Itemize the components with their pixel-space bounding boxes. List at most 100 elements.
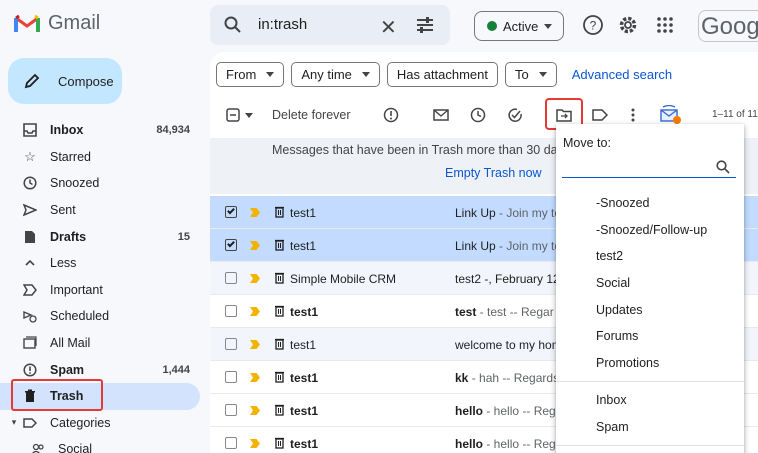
gmail-logo-text: Gmail	[48, 12, 101, 34]
trash-icon	[275, 338, 284, 350]
sidebar-item-categories[interactable]: ▾ Categories	[0, 410, 200, 437]
email-sender: test1	[290, 404, 319, 418]
move-to-option[interactable]: Promotions	[556, 350, 744, 377]
inbox-icon	[22, 122, 38, 138]
move-to-option[interactable]: Forums	[556, 323, 744, 350]
sidebar-item-label: Scheduled	[50, 309, 110, 324]
sidebar-item-label: Less	[50, 256, 77, 271]
move-to-folder-icon[interactable]	[555, 106, 573, 124]
star-icon: ☆	[24, 148, 36, 164]
delete-forever-button[interactable]: Delete forever	[272, 108, 351, 122]
move-to-option[interactable]: Social	[556, 270, 744, 297]
apps-grid-icon[interactable]	[654, 14, 676, 36]
importance-marker-icon[interactable]	[250, 373, 260, 382]
sidebar-item-label: Categories	[50, 415, 111, 430]
importance-marker-icon[interactable]	[250, 241, 260, 250]
label-as-icon[interactable]	[591, 106, 609, 124]
sidebar-item-all-mail[interactable]: All Mail	[0, 330, 200, 357]
importance-marker-icon[interactable]	[250, 208, 260, 217]
sidebar-item-label: Starred	[50, 149, 91, 164]
search-icon[interactable]	[224, 16, 242, 34]
move-to-option[interactable]: test2	[556, 243, 744, 270]
clear-search-icon[interactable]: ✕	[380, 15, 397, 40]
empty-trash-link[interactable]: Empty Trash now	[445, 166, 542, 180]
google-account-logo[interactable]: Google	[698, 10, 758, 42]
move-to-option[interactable]: Inbox	[556, 387, 744, 414]
email-tracker-icon[interactable]	[660, 105, 682, 125]
row-checkbox[interactable]	[225, 338, 237, 350]
search-input[interactable]: in:trash	[258, 16, 307, 33]
email-sender: test1	[290, 305, 319, 319]
sidebar-item-scheduled[interactable]: Scheduled	[0, 303, 200, 330]
row-checkbox[interactable]	[225, 206, 237, 218]
row-checkbox[interactable]	[225, 437, 237, 449]
from-filter-chip[interactable]: From	[216, 62, 285, 87]
sidebar-item-spam[interactable]: Spam 1,444	[0, 356, 200, 383]
move-to-option[interactable]: Spam	[556, 414, 744, 441]
email-snippet: - hello -- Reg	[483, 437, 556, 451]
advanced-search-link[interactable]: Advanced search	[572, 67, 672, 82]
sidebar-item-label: All Mail	[50, 336, 91, 351]
all-mail-icon	[22, 335, 38, 351]
has-attachment-filter-chip[interactable]: Has attachment	[386, 62, 498, 87]
row-checkbox[interactable]	[225, 272, 237, 284]
sidebar-item-trash[interactable]: Trash	[0, 382, 200, 410]
any-time-filter-chip[interactable]: Any time	[291, 62, 380, 87]
more-options-icon[interactable]	[624, 106, 642, 124]
sidebar-item-social[interactable]: Social	[0, 436, 200, 453]
row-checkbox[interactable]	[225, 371, 237, 383]
email-subject-line: test2 -, February 12	[455, 272, 560, 286]
add-to-tasks-icon[interactable]	[506, 106, 524, 124]
email-sender: test1	[290, 239, 317, 253]
sidebar-item-snoozed[interactable]: Snoozed	[0, 170, 200, 197]
compose-button[interactable]: Compose	[8, 58, 122, 104]
sidebar-item-sent[interactable]: Sent	[0, 197, 200, 224]
importance-marker-icon[interactable]	[250, 439, 260, 448]
email-snippet: - Join my te	[495, 206, 562, 220]
sidebar-item-drafts[interactable]: Drafts 15	[0, 223, 200, 250]
label-icon	[22, 415, 38, 431]
status-label: Active	[503, 18, 539, 34]
importance-marker-icon[interactable]	[250, 274, 260, 283]
importance-marker-icon[interactable]	[250, 406, 260, 415]
chevron-down-icon	[538, 72, 547, 77]
to-filter-chip[interactable]: To	[504, 62, 557, 87]
importance-marker-icon[interactable]	[250, 307, 260, 316]
gmail-logo[interactable]: Gmail	[14, 12, 100, 35]
email-subject: Link Up	[455, 206, 496, 220]
report-spam-icon[interactable]	[382, 106, 400, 124]
email-sender: Simple Mobile CRM	[290, 272, 397, 286]
select-options-caret-icon[interactable]	[240, 106, 258, 124]
sidebar-item-starred[interactable]: ☆ Starred	[0, 144, 200, 171]
sidebar-item-inbox[interactable]: Inbox 84,934	[0, 117, 200, 144]
row-checkbox[interactable]	[225, 404, 237, 416]
importance-marker-icon[interactable]	[250, 340, 260, 349]
sidebar-nav: Inbox 84,934 ☆ Starred Snoozed Sent Draf…	[0, 117, 200, 453]
trash-icon	[275, 371, 284, 383]
snooze-icon[interactable]	[469, 106, 487, 124]
email-subject: hello	[455, 437, 484, 451]
row-checkbox[interactable]	[225, 239, 237, 251]
chevron-up-icon	[22, 255, 38, 271]
move-to-menu: Move to: -Snoozed -Snoozed/Follow-up test2…	[556, 124, 744, 453]
sidebar-item-important[interactable]: Important	[0, 277, 200, 304]
trash-info-text: Messages that have been in Trash more th…	[272, 143, 571, 157]
move-to-option[interactable]: -Snoozed/Follow-up	[556, 217, 744, 244]
search-bar[interactable]: in:trash ✕	[210, 5, 450, 45]
search-options-icon[interactable]	[416, 16, 434, 34]
help-icon[interactable]: ?	[582, 14, 604, 36]
move-to-search-input[interactable]	[562, 158, 736, 178]
mark-as-unread-icon[interactable]	[432, 106, 450, 124]
row-checkbox[interactable]	[225, 305, 237, 317]
move-to-option[interactable]: -Snoozed	[556, 190, 744, 217]
trash-icon	[275, 305, 284, 317]
draft-icon	[22, 229, 38, 245]
sidebar-item-less[interactable]: Less	[0, 250, 200, 277]
status-dropdown[interactable]: Active	[474, 11, 564, 41]
settings-gear-icon[interactable]	[617, 14, 639, 36]
email-subject: test	[455, 305, 477, 319]
caret-down-icon: ▾	[11, 417, 17, 428]
move-to-option[interactable]: Updates	[556, 296, 744, 323]
sidebar-item-label: Inbox	[50, 123, 84, 138]
sidebar-item-label: Sent	[50, 203, 76, 218]
